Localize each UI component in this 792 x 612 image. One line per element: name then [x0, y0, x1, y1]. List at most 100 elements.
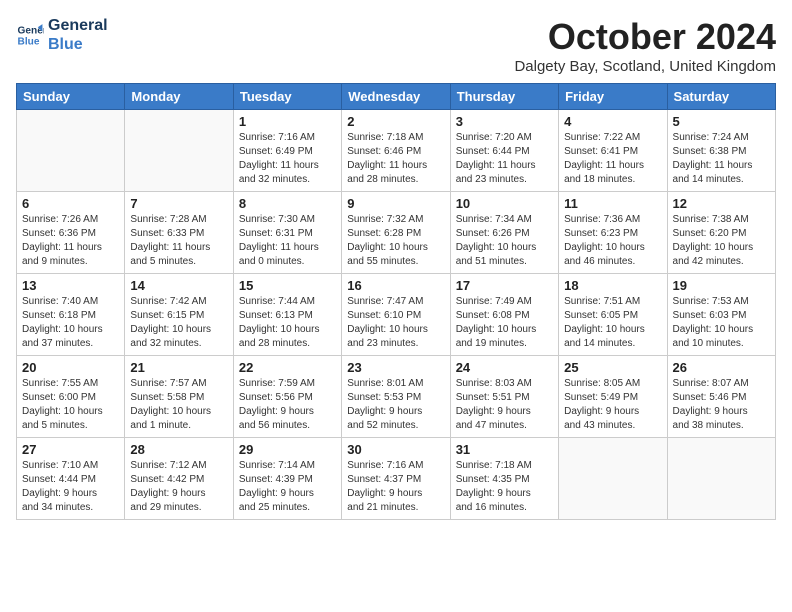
logo: General Blue General Blue [16, 16, 108, 54]
calendar-cell: 2Sunrise: 7:18 AM Sunset: 6:46 PM Daylig… [342, 110, 450, 192]
day-info: Sunrise: 7:16 AM Sunset: 4:37 PM Dayligh… [347, 459, 444, 515]
day-number: 1 [239, 114, 336, 129]
day-number: 16 [347, 278, 444, 293]
day-number: 8 [239, 196, 336, 211]
week-row-2: 6 Sunrise: 7:26 AM Sunset: 6:36 PM Daylig… [17, 192, 776, 274]
header-thursday: Thursday [450, 84, 558, 110]
calendar-cell: 7 Sunrise: 7:28 AM Sunset: 6:33 PM Daylig… [125, 192, 233, 274]
calendar-cell: 13 Sunrise: 7:40 AM Sunset: 6:18 PM Dayli… [17, 274, 125, 356]
day-number: 10 [456, 196, 553, 211]
day-number: 31 [456, 442, 553, 457]
calendar-cell: 3 Sunrise: 7:20 AM Sunset: 6:44 PM Daylig… [450, 110, 558, 192]
day-info: Sunrise: 7:14 AM Sunset: 4:39 PM Dayligh… [239, 459, 336, 515]
calendar-cell: 31 Sunrise: 7:18 AM Sunset: 4:35 PM Dayli… [450, 438, 558, 520]
calendar-cell [667, 438, 775, 520]
day-info: Sunrise: 7:55 AM Sunset: 6:00 PM Dayligh… [22, 377, 119, 433]
header-monday: Monday [125, 84, 233, 110]
day-number: 12 [673, 196, 770, 211]
calendar-cell [17, 110, 125, 192]
logo-line2: Blue [48, 35, 108, 54]
calendar-cell: 27 Sunrise: 7:10 AM Sunset: 4:44 PM Dayli… [17, 438, 125, 520]
calendar-cell [125, 110, 233, 192]
month-title: October 2024 [514, 16, 776, 58]
calendar-cell: 11 Sunrise: 7:36 AM Sunset: 6:23 PM Dayli… [559, 192, 667, 274]
day-info: Sunrise: 7:53 AM Sunset: 6:03 PM Dayligh… [673, 295, 770, 351]
day-number: 17 [456, 278, 553, 293]
calendar-cell: 15 Sunrise: 7:44 AM Sunset: 6:13 PM Dayli… [233, 274, 341, 356]
title-block: October 2024 Dalgety Bay, Scotland, Unit… [514, 16, 776, 75]
calendar-cell: 29 Sunrise: 7:14 AM Sunset: 4:39 PM Dayli… [233, 438, 341, 520]
day-number: 14 [130, 278, 227, 293]
page-header: General Blue General Blue October 2024 D… [16, 16, 776, 75]
calendar-cell: 19 Sunrise: 7:53 AM Sunset: 6:03 PM Dayli… [667, 274, 775, 356]
week-row-5: 27 Sunrise: 7:10 AM Sunset: 4:44 PM Dayli… [17, 438, 776, 520]
day-info: Sunrise: 7:34 AM Sunset: 6:26 PM Dayligh… [456, 213, 553, 269]
day-info: Sunrise: 7:26 AM Sunset: 6:36 PM Dayligh… [22, 213, 119, 269]
day-info: Sunrise: 7:32 AM Sunset: 6:28 PM Dayligh… [347, 213, 444, 269]
logo-icon: General Blue [16, 21, 44, 49]
day-info: Sunrise: 7:12 AM Sunset: 4:42 PM Dayligh… [130, 459, 227, 515]
day-number: 18 [564, 278, 661, 293]
day-info: Sunrise: 7:18 AM Sunset: 4:35 PM Dayligh… [456, 459, 553, 515]
header-friday: Friday [559, 84, 667, 110]
day-number: 15 [239, 278, 336, 293]
location-subtitle: Dalgety Bay, Scotland, United Kingdom [514, 58, 776, 75]
logo-line1: General [48, 16, 108, 35]
day-info: Sunrise: 7:51 AM Sunset: 6:05 PM Dayligh… [564, 295, 661, 351]
day-info: Sunrise: 7:49 AM Sunset: 6:08 PM Dayligh… [456, 295, 553, 351]
day-info: Sunrise: 8:05 AM Sunset: 5:49 PM Dayligh… [564, 377, 661, 433]
day-number: 25 [564, 360, 661, 375]
week-row-1: 1 Sunrise: 7:16 AM Sunset: 6:49 PM Daylig… [17, 110, 776, 192]
calendar-cell [559, 438, 667, 520]
day-number: 7 [130, 196, 227, 211]
day-number: 29 [239, 442, 336, 457]
calendar-cell: 30 Sunrise: 7:16 AM Sunset: 4:37 PM Dayli… [342, 438, 450, 520]
day-number: 21 [130, 360, 227, 375]
day-number: 4 [564, 114, 661, 129]
week-row-4: 20 Sunrise: 7:55 AM Sunset: 6:00 PM Dayli… [17, 356, 776, 438]
calendar-cell: 4Sunrise: 7:22 AM Sunset: 6:41 PM Daylig… [559, 110, 667, 192]
day-number: 27 [22, 442, 119, 457]
day-info: Sunrise: 8:03 AM Sunset: 5:51 PM Dayligh… [456, 377, 553, 433]
day-number: 9 [347, 196, 444, 211]
header-wednesday: Wednesday [342, 84, 450, 110]
calendar-cell: 12 Sunrise: 7:38 AM Sunset: 6:20 PM Dayli… [667, 192, 775, 274]
day-info: Sunrise: 7:20 AM Sunset: 6:44 PM Dayligh… [456, 131, 553, 187]
day-number: 19 [673, 278, 770, 293]
svg-text:Blue: Blue [18, 37, 40, 48]
day-info: Sunrise: 7:38 AM Sunset: 6:20 PM Dayligh… [673, 213, 770, 269]
day-number: 20 [22, 360, 119, 375]
day-number: 28 [130, 442, 227, 457]
day-info: Sunrise: 8:01 AM Sunset: 5:53 PM Dayligh… [347, 377, 444, 433]
day-info: Sunrise: 8:07 AM Sunset: 5:46 PM Dayligh… [673, 377, 770, 433]
day-number: 30 [347, 442, 444, 457]
calendar-table: SundayMondayTuesdayWednesdayThursdayFrid… [16, 83, 776, 520]
calendar-cell: 14Sunrise: 7:42 AM Sunset: 6:15 PM Dayli… [125, 274, 233, 356]
calendar-cell: 16Sunrise: 7:47 AM Sunset: 6:10 PM Dayli… [342, 274, 450, 356]
day-info: Sunrise: 7:10 AM Sunset: 4:44 PM Dayligh… [22, 459, 119, 515]
day-info: Sunrise: 7:57 AM Sunset: 5:58 PM Dayligh… [130, 377, 227, 433]
day-info: Sunrise: 7:59 AM Sunset: 5:56 PM Dayligh… [239, 377, 336, 433]
calendar-cell: 18 Sunrise: 7:51 AM Sunset: 6:05 PM Dayli… [559, 274, 667, 356]
day-info: Sunrise: 7:28 AM Sunset: 6:33 PM Dayligh… [130, 213, 227, 269]
day-info: Sunrise: 7:44 AM Sunset: 6:13 PM Dayligh… [239, 295, 336, 351]
calendar-cell: 10 Sunrise: 7:34 AM Sunset: 6:26 PM Dayli… [450, 192, 558, 274]
week-row-3: 13 Sunrise: 7:40 AM Sunset: 6:18 PM Dayli… [17, 274, 776, 356]
calendar-header-row: SundayMondayTuesdayWednesdayThursdayFrid… [17, 84, 776, 110]
day-number: 11 [564, 196, 661, 211]
day-number: 6 [22, 196, 119, 211]
calendar-cell: 9 Sunrise: 7:32 AM Sunset: 6:28 PM Daylig… [342, 192, 450, 274]
calendar-cell: 6 Sunrise: 7:26 AM Sunset: 6:36 PM Daylig… [17, 192, 125, 274]
header-tuesday: Tuesday [233, 84, 341, 110]
logo-text-block: General Blue [48, 16, 108, 54]
day-info: Sunrise: 7:30 AM Sunset: 6:31 PM Dayligh… [239, 213, 336, 269]
day-info: Sunrise: 7:36 AM Sunset: 6:23 PM Dayligh… [564, 213, 661, 269]
calendar-cell: 1 Sunrise: 7:16 AM Sunset: 6:49 PM Daylig… [233, 110, 341, 192]
day-info: Sunrise: 7:40 AM Sunset: 6:18 PM Dayligh… [22, 295, 119, 351]
day-number: 3 [456, 114, 553, 129]
calendar-cell: 26Sunrise: 8:07 AM Sunset: 5:46 PM Dayli… [667, 356, 775, 438]
calendar-cell: 22Sunrise: 7:59 AM Sunset: 5:56 PM Dayli… [233, 356, 341, 438]
calendar-body: 1 Sunrise: 7:16 AM Sunset: 6:49 PM Daylig… [17, 110, 776, 520]
day-info: Sunrise: 7:16 AM Sunset: 6:49 PM Dayligh… [239, 131, 336, 187]
day-number: 13 [22, 278, 119, 293]
